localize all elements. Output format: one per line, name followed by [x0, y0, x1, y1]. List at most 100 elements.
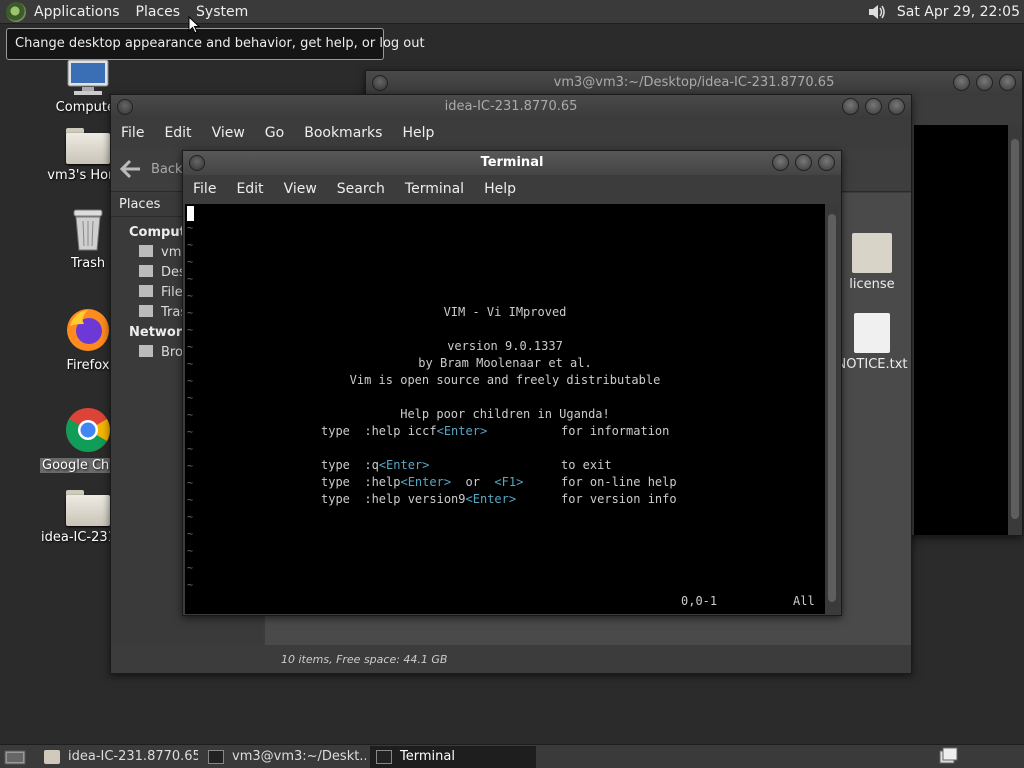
trash-icon: [73, 209, 103, 251]
back-button[interactable]: Back: [119, 158, 183, 180]
window-title: vm3@vm3:~/Desktop/idea-IC-231.8770.65: [553, 75, 835, 90]
taskbar-item-file-manager[interactable]: idea-IC-231.8770.65: [38, 746, 198, 768]
scrollbar-thumb[interactable]: [1011, 139, 1019, 519]
trash-icon: [139, 305, 153, 317]
vim-key: <Enter>: [378, 458, 430, 472]
vim-help-line: type :help<Enter> or <F1>: [321, 475, 523, 489]
taskbar-item-back-terminal[interactable]: vm3@vm3:~/Deskt...: [202, 746, 366, 768]
file-item-notice[interactable]: NOTICE.txt: [833, 313, 911, 372]
vim-word: or: [465, 475, 480, 489]
terminal-body[interactable]: [914, 125, 1008, 535]
close-button[interactable]: [818, 154, 835, 171]
folder-icon: [44, 749, 60, 764]
vim-tilde: ~: [187, 274, 194, 285]
menu-file[interactable]: File: [111, 125, 154, 141]
vim-version: version 9.0.1337: [447, 339, 563, 353]
terminal-icon: [208, 749, 224, 764]
window-menu-icon[interactable]: [372, 75, 388, 91]
places-menu[interactable]: Places: [128, 1, 189, 23]
vim-tilde: ~: [187, 257, 194, 268]
scrollbar[interactable]: [825, 204, 839, 614]
window-menu-icon[interactable]: [117, 99, 133, 115]
vim-tilde: ~: [187, 444, 194, 455]
taskbar: idea-IC-231.8770.65 vm3@vm3:~/Deskt... T…: [0, 744, 1024, 768]
vim-tilde: ~: [187, 325, 194, 336]
chrome-icon: [66, 408, 110, 452]
network-icon: [139, 345, 153, 357]
text-cursor: [187, 206, 194, 221]
text-file-icon: [854, 313, 890, 353]
vim-key: <Enter>: [465, 492, 517, 506]
vim-key: <Enter>: [436, 424, 488, 438]
vim-tilde: ~: [187, 291, 194, 302]
minimize-button[interactable]: [953, 74, 970, 91]
mouse-cursor-icon: [188, 16, 200, 34]
menu-view[interactable]: View: [202, 125, 255, 141]
vim-tilde: ~: [187, 512, 194, 523]
window-titlebar[interactable]: Terminal: [183, 151, 841, 175]
vim-tilde: ~: [187, 427, 194, 438]
applications-menu[interactable]: Applications: [26, 1, 128, 23]
vim-author: by Bram Moolenaar et al.: [418, 356, 592, 370]
menu-view[interactable]: View: [274, 181, 327, 197]
vim-uganda: Help poor children in Uganda!: [400, 407, 610, 421]
close-button[interactable]: [999, 74, 1016, 91]
computer-icon: [67, 59, 109, 95]
back-label: Back: [151, 161, 183, 177]
menu-edit[interactable]: Edit: [154, 125, 201, 141]
vim-command: :help: [364, 475, 401, 489]
menu-file[interactable]: File: [183, 181, 226, 197]
file-icon: [852, 233, 892, 273]
vim-scroll-indicator: All: [793, 594, 815, 608]
distro-logo-icon[interactable]: [6, 1, 26, 22]
vim-help-iccf-line: type :help iccf<Enter>: [321, 424, 487, 438]
vim-tilde: ~: [187, 495, 194, 506]
minimize-button[interactable]: [842, 98, 859, 115]
menu-terminal[interactable]: Terminal: [395, 181, 474, 197]
vim-word: type: [321, 424, 350, 438]
window-title: idea-IC-231.8770.65: [444, 99, 578, 114]
menu-edit[interactable]: Edit: [226, 181, 273, 197]
vim-title: VIM - Vi IMproved: [443, 305, 567, 319]
firefox-icon: [67, 309, 109, 351]
clock[interactable]: Sat Apr 29, 22:05: [887, 4, 1024, 20]
file-item-license[interactable]: license: [833, 233, 911, 292]
menubar: File Edit View Go Bookmarks Help: [111, 119, 911, 147]
maximize-button[interactable]: [865, 98, 882, 115]
vim-tilde: ~: [187, 223, 194, 234]
vim-version-line: type :help version9<Enter>: [321, 492, 516, 506]
taskbar-item-terminal[interactable]: Terminal: [370, 745, 536, 768]
file-item-label: license: [849, 277, 895, 292]
vim-cursor-position: 0,0-1: [681, 594, 718, 608]
home-folder-icon: [66, 128, 110, 164]
workspace-switcher-icon[interactable]: [938, 747, 958, 765]
vim-tilde: ~: [187, 461, 194, 472]
menu-search[interactable]: Search: [327, 181, 395, 197]
menu-help[interactable]: Help: [392, 125, 444, 141]
minimize-button[interactable]: [772, 154, 789, 171]
scrollbar-thumb[interactable]: [828, 214, 836, 602]
maximize-button[interactable]: [795, 154, 812, 171]
menu-help[interactable]: Help: [474, 181, 526, 197]
terminal-body[interactable]: ~ ~ ~ ~ ~ ~ ~ ~ ~ ~ ~ ~ ~ ~ ~ ~ ~ ~ ~ ~ ~ ~ VIM - Vi IMproved…: [185, 204, 825, 614]
taskbar-item-label: idea-IC-231.8770.65: [68, 749, 198, 764]
volume-icon[interactable]: [867, 3, 887, 21]
menu-bookmarks[interactable]: Bookmarks: [294, 125, 392, 141]
close-button[interactable]: [888, 98, 905, 115]
vim-tilde: ~: [187, 546, 194, 557]
vim-tilde: ~: [187, 563, 194, 574]
window-titlebar[interactable]: idea-IC-231.8770.65: [111, 95, 911, 119]
panel-tray: Sat Apr 29, 22:05: [867, 0, 1024, 24]
menu-go[interactable]: Go: [255, 125, 294, 141]
scrollbar[interactable]: [1008, 125, 1022, 535]
vim-command: :help iccf: [364, 424, 437, 438]
window-menu-icon[interactable]: [189, 155, 205, 171]
desktop-folder-icon: [139, 265, 153, 277]
show-desktop-icon[interactable]: [4, 748, 26, 766]
window-titlebar[interactable]: vm3@vm3:~/Desktop/idea-IC-231.8770.65: [366, 71, 1022, 95]
maximize-button[interactable]: [976, 74, 993, 91]
vim-word: type: [321, 492, 350, 506]
terminal-window[interactable]: Terminal File Edit View Search Terminal …: [182, 150, 842, 616]
menubar: File Edit View Search Terminal Help: [183, 175, 841, 203]
desktop-icon-label: Trash: [70, 256, 106, 271]
